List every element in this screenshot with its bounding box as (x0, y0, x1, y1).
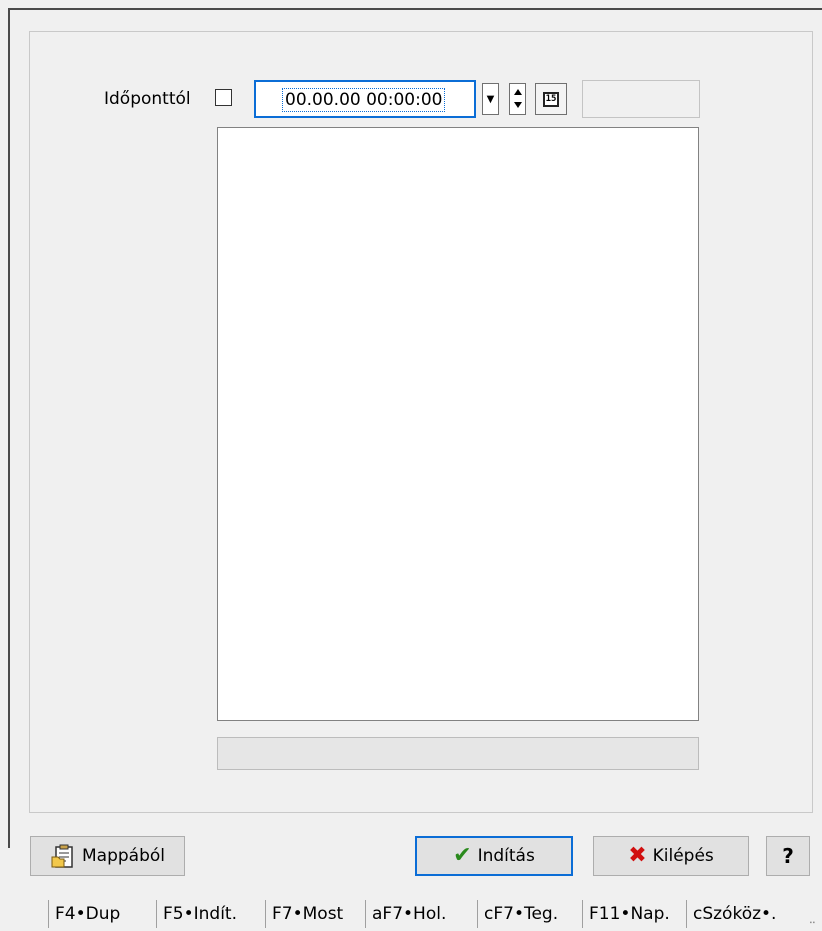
exit-label: Kilépés (652, 846, 714, 866)
help-button[interactable]: ? (766, 836, 810, 876)
from-folder-label: Mappából (82, 846, 165, 866)
calendar-icon: 15 (543, 91, 559, 107)
spin-up-icon (514, 89, 522, 95)
status-item-cszokoz: cSzóköz•. (686, 900, 809, 928)
status-item-f11: F11•Nap. (582, 900, 670, 928)
start-button[interactable]: ✔ Indítás (415, 836, 573, 876)
status-item-f5: F5•Indít. (156, 900, 237, 928)
status-bar: F4•Dup F5•Indít. F7•Most aF7•Hol. cF7•Te… (0, 895, 822, 931)
help-label: ? (782, 844, 794, 868)
start-label: Indítás (477, 846, 535, 866)
window-frame-top (8, 8, 822, 10)
datetime-spin-button[interactable] (509, 83, 526, 115)
chevron-down-icon: ▼ (486, 93, 495, 105)
x-icon: ✖ (628, 843, 647, 868)
datetime-input[interactable]: 00.00.00 00:00:00 (254, 80, 476, 118)
datetime-value: 00.00.00 00:00:00 (282, 88, 446, 112)
date-from-checkbox[interactable] (215, 89, 232, 106)
side-readonly-field (582, 80, 700, 118)
status-item-f7: F7•Most (265, 900, 343, 928)
clipboard-folder-icon (51, 844, 73, 868)
date-from-label: Időponttól (104, 89, 191, 109)
results-list[interactable] (217, 127, 699, 721)
status-item-af7: aF7•Hol. (365, 900, 446, 928)
exit-button[interactable]: ✖ Kilépés (593, 836, 749, 876)
spin-down-icon (514, 102, 522, 108)
status-item-cf7: cF7•Teg. (477, 900, 558, 928)
status-item-f4: F4•Dup (48, 900, 120, 928)
calendar-button[interactable]: 15 (535, 83, 567, 115)
from-folder-button[interactable]: Mappából (30, 836, 185, 876)
progress-bar (217, 737, 699, 770)
datetime-dropdown-button[interactable]: ▼ (482, 83, 499, 115)
checkmark-icon: ✔ (453, 843, 472, 868)
window-frame-left (8, 8, 10, 848)
resize-grip-icon[interactable]: ⠤ (809, 916, 816, 927)
